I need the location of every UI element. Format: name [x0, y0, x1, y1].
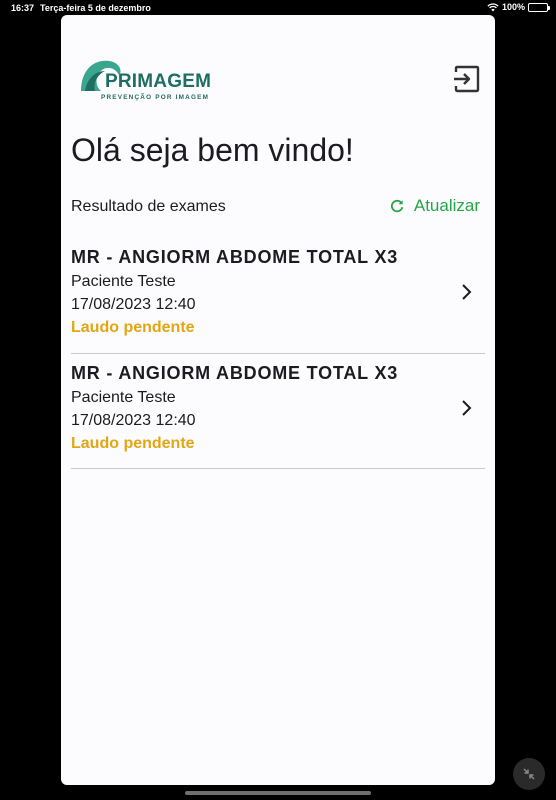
status-bar: 16:37 Terça-feira 5 de dezembro 100%: [0, 0, 556, 16]
battery-percent: 100%: [501, 2, 525, 12]
status-time: 16:37: [11, 3, 35, 13]
greeting-title: Olá seja bem vindo!: [71, 132, 354, 168]
exam-status-badge: Laudo pendente: [71, 434, 195, 452]
minimize-window-button[interactable]: [513, 758, 545, 790]
logout-icon: [454, 65, 480, 93]
logout-button[interactable]: [452, 64, 482, 94]
status-indicators: 100%: [487, 2, 550, 12]
logo-tagline: PREVENÇÃO POR IMAGEM: [101, 94, 210, 101]
chevron-right-icon: [462, 284, 472, 300]
refresh-icon: [390, 199, 404, 213]
refresh-label: Atualizar: [413, 196, 480, 215]
primagem-logo: PRIMAGEM PREVENÇÃO POR IMAGEM: [79, 57, 219, 103]
section-title: Resultado de exames: [71, 198, 226, 215]
battery-icon: [528, 2, 550, 12]
exam-list: MR - ANGIORM ABDOME TOTAL X3 Paciente Te…: [71, 238, 485, 469]
exam-patient: Paciente Teste: [71, 273, 176, 290]
exam-datetime: 17/08/2023 12:40: [71, 296, 196, 313]
exam-title: MR - ANGIORM ABDOME TOTAL X3: [71, 362, 399, 383]
exam-title: MR - ANGIORM ABDOME TOTAL X3: [71, 247, 399, 267]
refresh-button[interactable]: Atualizar: [390, 196, 480, 216]
wifi-icon: [487, 2, 499, 11]
main-sheet: PRIMAGEM PREVENÇÃO POR IMAGEM Olá seja b…: [61, 15, 495, 785]
exam-status-badge: Laudo pendente: [71, 319, 195, 336]
status-date: Terça-feira 5 de dezembro: [40, 3, 151, 13]
exam-datetime: 17/08/2023 12:40: [71, 411, 196, 429]
chevron-right-icon: [462, 399, 472, 416]
logo-name: PRIMAGEM: [105, 71, 212, 92]
home-indicator[interactable]: [185, 791, 371, 795]
exam-patient: Paciente Teste: [71, 388, 176, 406]
exam-list-item[interactable]: MR - ANGIORM ABDOME TOTAL X3 Paciente Te…: [71, 354, 485, 469]
collapse-arrows-icon: [523, 768, 535, 780]
exam-list-item[interactable]: MR - ANGIORM ABDOME TOTAL X3 Paciente Te…: [71, 238, 485, 354]
